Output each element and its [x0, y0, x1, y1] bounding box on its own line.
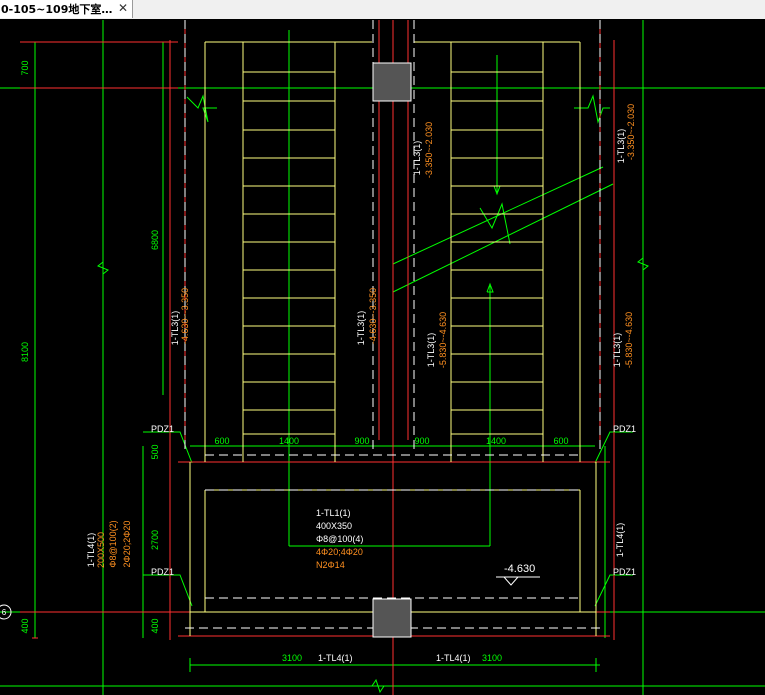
dim-1400-left: 1400: [279, 436, 299, 446]
dim-6800: 6800: [150, 230, 160, 250]
cad-drawing-canvas[interactable]: 6 700 6800 8100 500 2700 400 400 600 140…: [0, 19, 765, 695]
tl4-left-name: 1-TL4(1): [86, 533, 96, 568]
tl4-bottom-right: 1-TL4(1): [436, 653, 471, 663]
dim-500: 500: [150, 444, 160, 459]
tl1-size: 400X350: [316, 521, 352, 531]
tl4-left-rebar: 2Φ20;2Φ20: [122, 521, 132, 568]
elevation-label: -4.630: [504, 563, 535, 575]
pdz1-lower-left: PDZ1: [151, 567, 174, 577]
axis-marker-label: 6: [2, 608, 7, 617]
dim-400-left: 400: [150, 618, 160, 633]
pdz1-upper-left: PDZ1: [151, 424, 174, 434]
tl3-top-right-name: 1-TL3(1): [616, 129, 626, 164]
tl3-cmid-elev: -4.630~-3.350: [368, 288, 378, 344]
pdz1-upper-right: PDZ1: [613, 424, 636, 434]
tl3-rmid-name: 1-TL3(1): [426, 333, 436, 368]
dim-400-axis: 400: [20, 618, 30, 633]
tl3-cmid-name: 1-TL3(1): [356, 311, 366, 346]
pdz1-lower-right: PDZ1: [613, 567, 636, 577]
close-icon[interactable]: ✕: [118, 1, 128, 15]
tl3-rmid-elev: -5.830~-4.630: [438, 312, 448, 368]
dim-2700: 2700: [150, 530, 160, 550]
tl3-rfar-name: 1-TL3(1): [612, 333, 622, 368]
tl3-top-right-elev: -3.350~-2.030: [626, 104, 636, 160]
dim-900-right: 900: [414, 436, 429, 446]
dim-700: 700: [20, 60, 30, 75]
dim-8100: 8100: [20, 342, 30, 362]
tl1-top-rebar: 4Φ20;4Φ20: [316, 547, 363, 557]
tl1-name: 1-TL1(1): [316, 508, 351, 518]
tab-bar: 0-105~109地下室… ✕: [0, 0, 765, 20]
dim-1400-right: 1400: [486, 436, 506, 446]
tl3-left-name: 1-TL3(1): [170, 311, 180, 346]
dim-600-left: 600: [214, 436, 229, 446]
tl1-stirrup: Φ8@100(4): [316, 534, 363, 544]
tl4-bottom-left: 1-TL4(1): [318, 653, 353, 663]
dim-900-left: 900: [354, 436, 369, 446]
dim-600-right: 600: [553, 436, 568, 446]
document-tab[interactable]: 0-105~109地下室… ✕: [0, 0, 133, 18]
tl4-left-size: 200X500: [96, 532, 106, 568]
tl3-left-elev: -4.630~-3.350: [180, 288, 190, 344]
tl4-left-stirrup: Φ8@100(2): [108, 520, 118, 567]
dim-3100-left: 3100: [282, 653, 302, 663]
tl3-top-mid-elev: -3.350~-2.030: [424, 122, 434, 178]
tl3-rfar-elev: -5.830~-4.630: [624, 312, 634, 368]
tl4-right-name: 1-TL4(1): [615, 523, 625, 558]
tab-title[interactable]: 0-105~109地下室…: [0, 1, 112, 17]
dim-3100-right: 3100: [482, 653, 502, 663]
tl1-side-rebar: N2Φ14: [316, 560, 345, 570]
tl3-top-mid-name: 1-TL3(1): [412, 141, 422, 176]
